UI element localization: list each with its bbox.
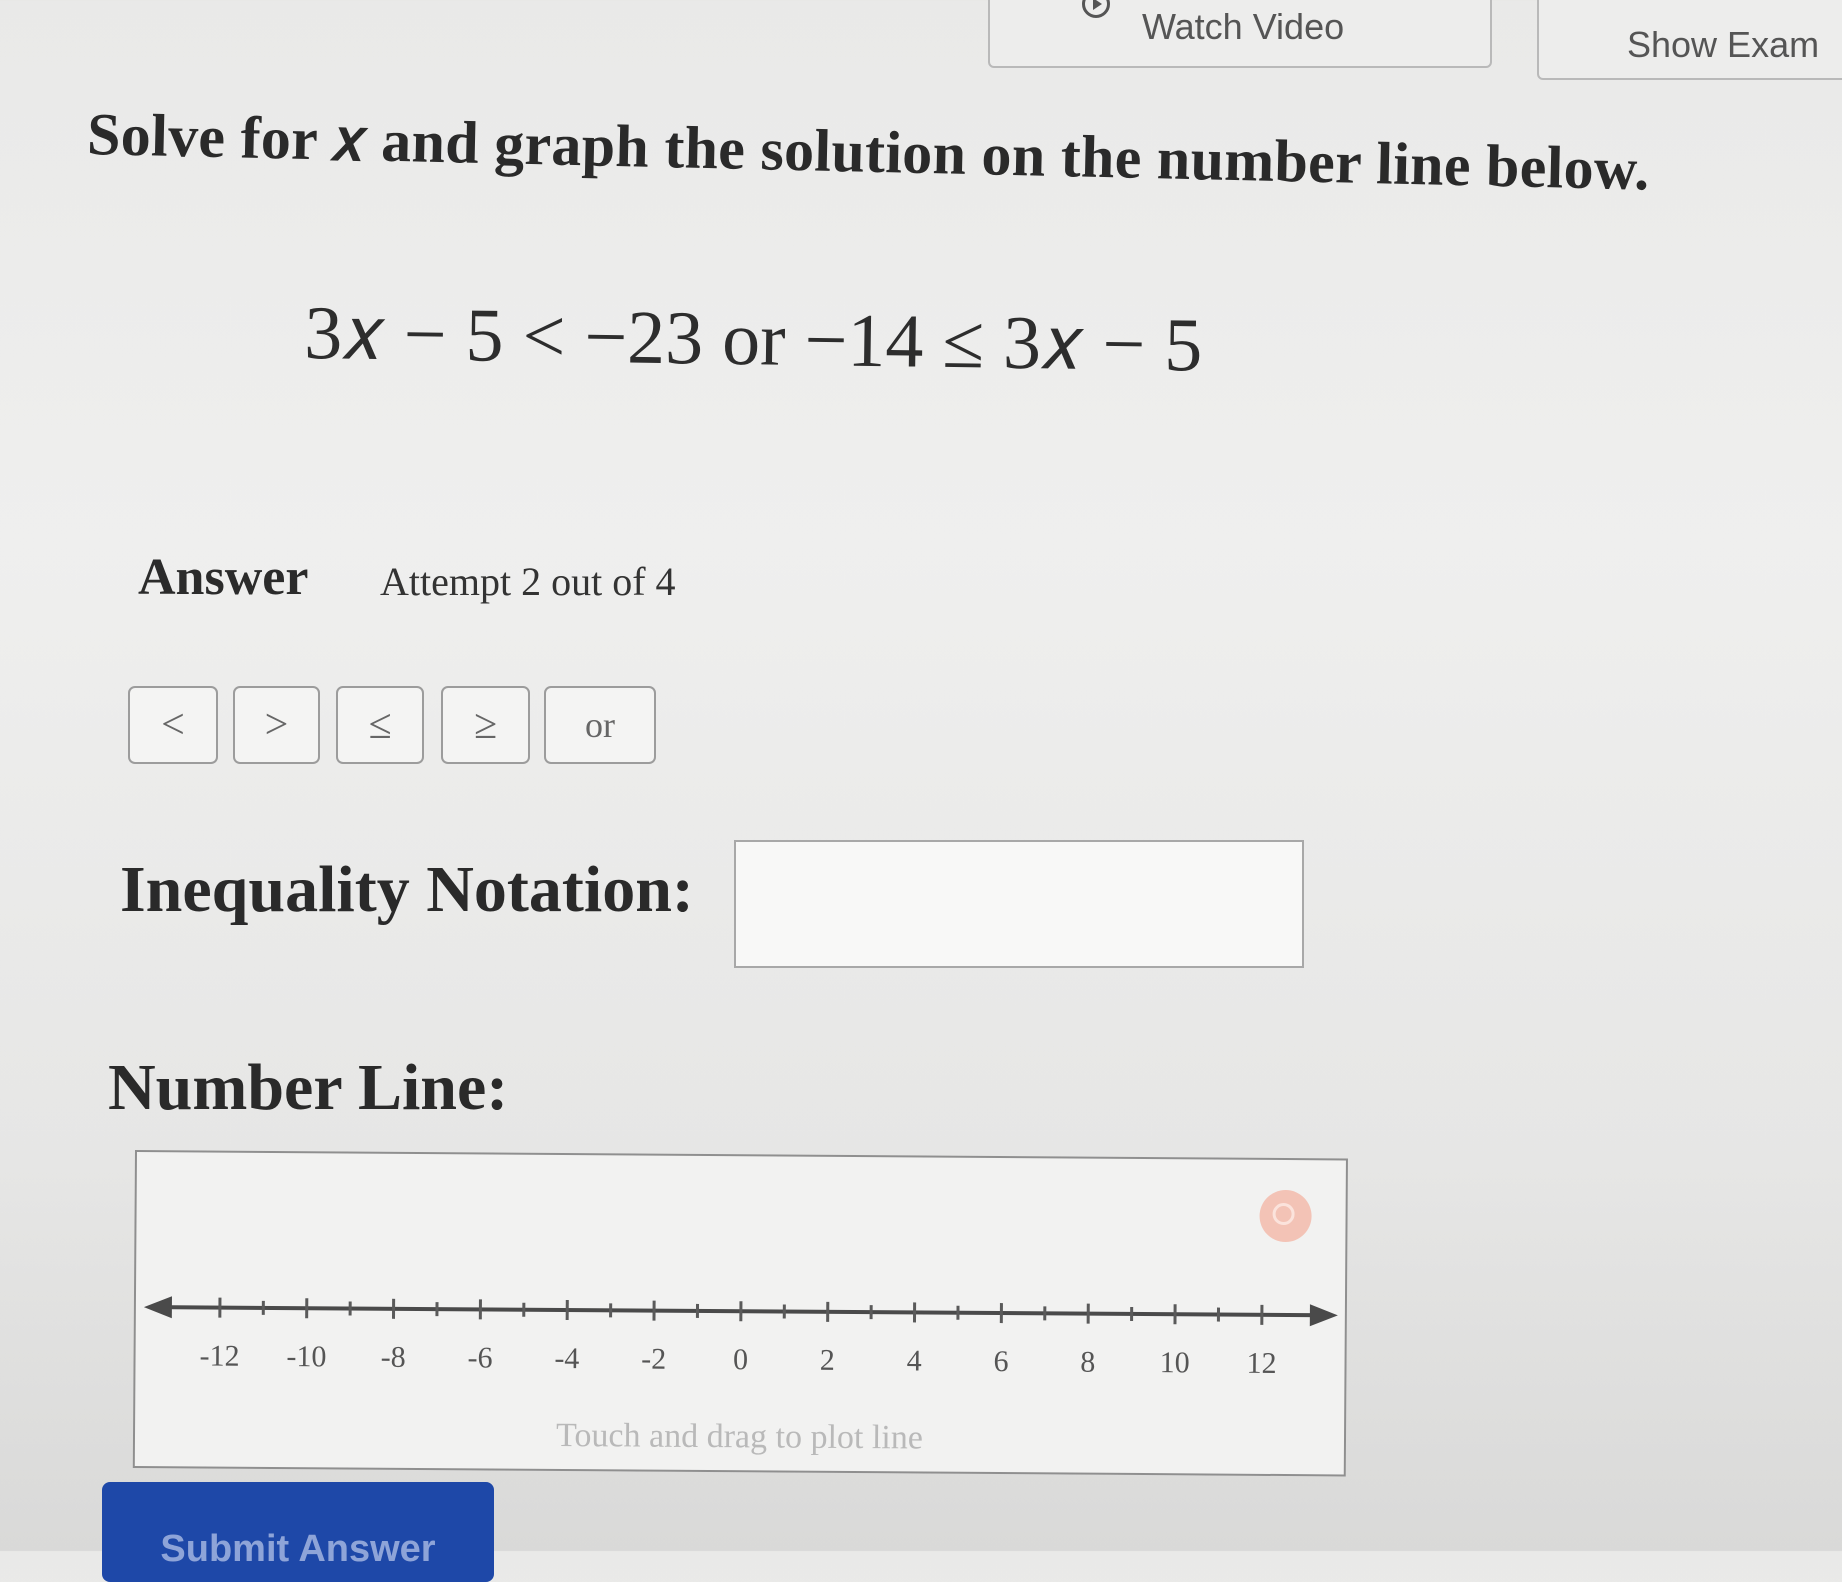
tick-label: 6 (993, 1345, 1008, 1378)
tick-label: 2 (820, 1344, 835, 1377)
tick-label: 4 (907, 1344, 922, 1377)
tick-label: -2 (641, 1343, 666, 1376)
tick-label: -12 (199, 1339, 239, 1372)
left-arrow-icon (144, 1296, 172, 1318)
tick-label: 10 (1160, 1346, 1190, 1379)
watch-video-button[interactable]: Watch Video (988, 0, 1492, 68)
watch-video-label: Watch Video (1142, 6, 1344, 48)
number-line-panel[interactable]: -12-10-8-6-4-2024681012 Touch and drag t… (133, 1150, 1348, 1476)
greater-than-button[interactable]: > (233, 686, 320, 764)
tick-label: 12 (1246, 1347, 1276, 1380)
inequality-notation-label: Inequality Notation: (120, 852, 694, 928)
tick-label: -8 (381, 1341, 406, 1374)
equation: 3𝑥 − 5 < −23 or −14 ≤ 3𝑥 − 5 (304, 290, 1203, 391)
submit-answer-button[interactable]: Submit Answer (102, 1482, 494, 1582)
attempt-counter: Attempt 2 out of 4 (380, 558, 676, 605)
show-example-label: Show Exam (1627, 24, 1819, 66)
clear-icon[interactable] (1259, 1190, 1311, 1242)
tick-label: -4 (554, 1342, 579, 1375)
less-than-button[interactable]: < (128, 686, 218, 764)
tick-label: 8 (1080, 1346, 1095, 1379)
number-line-label: Number Line: (108, 1050, 508, 1126)
less-equal-button[interactable]: ≤ (336, 686, 424, 764)
tick-label: 0 (733, 1343, 748, 1376)
right-arrow-icon (1310, 1304, 1338, 1326)
or-button[interactable]: or (544, 686, 656, 764)
greater-equal-button[interactable]: ≥ (441, 686, 530, 764)
tick-label: -10 (286, 1340, 326, 1373)
play-circle-icon (1082, 0, 1110, 18)
tick-label: -6 (467, 1341, 492, 1374)
show-example-button[interactable]: Show Exam (1537, 0, 1842, 80)
question-prompt: Solve for 𝑥 and graph the solution on th… (86, 100, 1727, 206)
answer-heading: Answer (138, 548, 308, 607)
inequality-notation-input[interactable] (734, 840, 1304, 968)
